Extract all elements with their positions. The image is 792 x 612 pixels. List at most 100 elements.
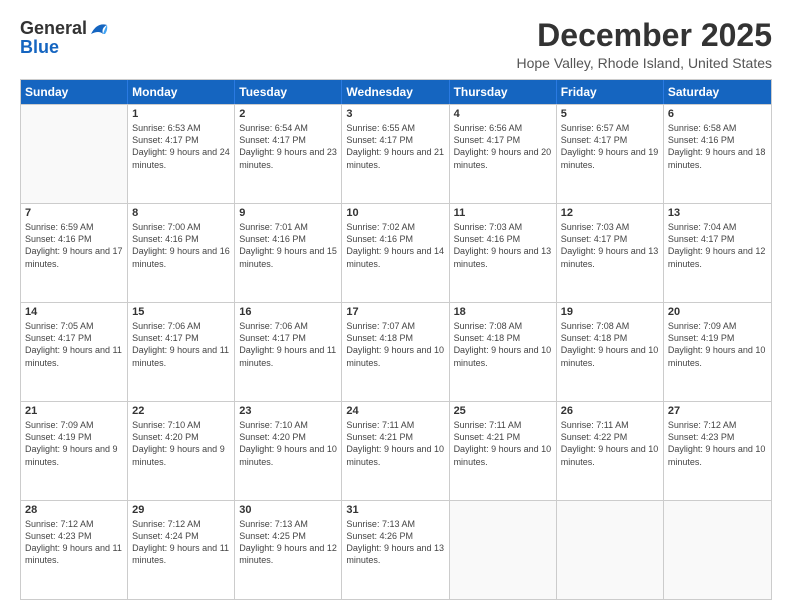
day-number: 9 [239,207,337,219]
day-number: 18 [454,306,552,318]
calendar-cell: 13 Sunrise: 7:04 AM Sunset: 4:17 PM Dayli… [664,204,771,302]
day-info: Sunrise: 7:01 AM Sunset: 4:16 PM Dayligh… [239,221,337,270]
day-number: 11 [454,207,552,219]
title-block: December 2025 Hope Valley, Rhode Island,… [516,18,772,71]
day-number: 3 [346,108,444,120]
logo: General Blue [20,18,109,58]
day-number: 4 [454,108,552,120]
day-number: 24 [346,405,444,417]
day-info: Sunrise: 6:59 AM Sunset: 4:16 PM Dayligh… [25,221,123,270]
page-header: General Blue December 2025 Hope Valley, … [20,18,772,71]
day-info: Sunrise: 6:54 AM Sunset: 4:17 PM Dayligh… [239,122,337,171]
day-info: Sunrise: 7:03 AM Sunset: 4:16 PM Dayligh… [454,221,552,270]
day-info: Sunrise: 7:02 AM Sunset: 4:16 PM Dayligh… [346,221,444,270]
calendar-header-monday: Monday [128,80,235,104]
day-info: Sunrise: 7:09 AM Sunset: 4:19 PM Dayligh… [668,320,767,369]
day-number: 30 [239,504,337,516]
calendar-cell: 24 Sunrise: 7:11 AM Sunset: 4:21 PM Dayli… [342,402,449,500]
day-number: 22 [132,405,230,417]
calendar-row-5: 28 Sunrise: 7:12 AM Sunset: 4:23 PM Dayli… [21,500,771,599]
day-info: Sunrise: 7:13 AM Sunset: 4:26 PM Dayligh… [346,518,444,567]
day-info: Sunrise: 7:11 AM Sunset: 4:22 PM Dayligh… [561,419,659,468]
calendar-row-2: 7 Sunrise: 6:59 AM Sunset: 4:16 PM Daylig… [21,203,771,302]
day-info: Sunrise: 6:57 AM Sunset: 4:17 PM Dayligh… [561,122,659,171]
day-number: 1 [132,108,230,120]
calendar-body: 1 Sunrise: 6:53 AM Sunset: 4:17 PM Daylig… [21,104,771,599]
calendar-cell: 26 Sunrise: 7:11 AM Sunset: 4:22 PM Dayli… [557,402,664,500]
day-number: 10 [346,207,444,219]
day-number: 25 [454,405,552,417]
day-info: Sunrise: 6:55 AM Sunset: 4:17 PM Dayligh… [346,122,444,171]
day-info: Sunrise: 7:00 AM Sunset: 4:16 PM Dayligh… [132,221,230,270]
page-subtitle: Hope Valley, Rhode Island, United States [516,55,772,71]
day-number: 16 [239,306,337,318]
day-number: 21 [25,405,123,417]
day-info: Sunrise: 7:07 AM Sunset: 4:18 PM Dayligh… [346,320,444,369]
day-number: 12 [561,207,659,219]
calendar-cell: 7 Sunrise: 6:59 AM Sunset: 4:16 PM Daylig… [21,204,128,302]
calendar-cell: 15 Sunrise: 7:06 AM Sunset: 4:17 PM Dayli… [128,303,235,401]
page-title: December 2025 [516,18,772,53]
day-number: 15 [132,306,230,318]
day-number: 6 [668,108,767,120]
calendar-cell: 6 Sunrise: 6:58 AM Sunset: 4:16 PM Daylig… [664,105,771,203]
day-info: Sunrise: 6:58 AM Sunset: 4:16 PM Dayligh… [668,122,767,171]
calendar-cell: 14 Sunrise: 7:05 AM Sunset: 4:17 PM Dayli… [21,303,128,401]
calendar-cell [450,501,557,599]
day-number: 7 [25,207,123,219]
logo-bird-icon [89,20,109,38]
day-number: 17 [346,306,444,318]
calendar-header-saturday: Saturday [664,80,771,104]
calendar-row-4: 21Sunrise: 7:09 AM Sunset: 4:19 PM Dayli… [21,401,771,500]
day-info: Sunrise: 7:10 AM Sunset: 4:20 PM Dayligh… [132,419,230,468]
calendar: SundayMondayTuesdayWednesdayThursdayFrid… [20,79,772,600]
calendar-cell: 9 Sunrise: 7:01 AM Sunset: 4:16 PM Daylig… [235,204,342,302]
day-number: 26 [561,405,659,417]
calendar-cell: 4 Sunrise: 6:56 AM Sunset: 4:17 PM Daylig… [450,105,557,203]
calendar-row-3: 14 Sunrise: 7:05 AM Sunset: 4:17 PM Dayli… [21,302,771,401]
day-info: Sunrise: 7:11 AM Sunset: 4:21 PM Dayligh… [346,419,444,468]
calendar-cell [664,501,771,599]
day-info: Sunrise: 7:13 AM Sunset: 4:25 PM Dayligh… [239,518,337,567]
calendar-cell: 29Sunrise: 7:12 AM Sunset: 4:24 PM Dayli… [128,501,235,599]
day-number: 13 [668,207,767,219]
day-info: Sunrise: 7:12 AM Sunset: 4:23 PM Dayligh… [25,518,123,567]
day-info: Sunrise: 7:12 AM Sunset: 4:24 PM Dayligh… [132,518,230,567]
day-number: 2 [239,108,337,120]
day-info: Sunrise: 7:06 AM Sunset: 4:17 PM Dayligh… [132,320,230,369]
calendar-cell: 16 Sunrise: 7:06 AM Sunset: 4:17 PM Dayli… [235,303,342,401]
calendar-cell: 19Sunrise: 7:08 AM Sunset: 4:18 PM Dayli… [557,303,664,401]
day-number: 31 [346,504,444,516]
calendar-cell [557,501,664,599]
logo-blue-text: Blue [20,37,59,58]
day-number: 20 [668,306,767,318]
day-info: Sunrise: 7:08 AM Sunset: 4:18 PM Dayligh… [561,320,659,369]
calendar-cell: 1 Sunrise: 6:53 AM Sunset: 4:17 PM Daylig… [128,105,235,203]
calendar-header-thursday: Thursday [450,80,557,104]
day-info: Sunrise: 7:03 AM Sunset: 4:17 PM Dayligh… [561,221,659,270]
day-info: Sunrise: 7:08 AM Sunset: 4:18 PM Dayligh… [454,320,552,369]
calendar-cell: 31 Sunrise: 7:13 AM Sunset: 4:26 PM Dayli… [342,501,449,599]
day-info: Sunrise: 6:53 AM Sunset: 4:17 PM Dayligh… [132,122,230,171]
day-info: Sunrise: 6:56 AM Sunset: 4:17 PM Dayligh… [454,122,552,171]
day-number: 5 [561,108,659,120]
calendar-cell: 18 Sunrise: 7:08 AM Sunset: 4:18 PM Dayli… [450,303,557,401]
day-number: 27 [668,405,767,417]
day-info: Sunrise: 7:04 AM Sunset: 4:17 PM Dayligh… [668,221,767,270]
calendar-cell: 17 Sunrise: 7:07 AM Sunset: 4:18 PM Dayli… [342,303,449,401]
calendar-cell: 11 Sunrise: 7:03 AM Sunset: 4:16 PM Dayli… [450,204,557,302]
calendar-header-tuesday: Tuesday [235,80,342,104]
day-number: 14 [25,306,123,318]
day-info: Sunrise: 7:05 AM Sunset: 4:17 PM Dayligh… [25,320,123,369]
day-info: Sunrise: 7:12 AM Sunset: 4:23 PM Dayligh… [668,419,767,468]
calendar-row-1: 1 Sunrise: 6:53 AM Sunset: 4:17 PM Daylig… [21,104,771,203]
day-number: 28 [25,504,123,516]
day-info: Sunrise: 7:06 AM Sunset: 4:17 PM Dayligh… [239,320,337,369]
calendar-header-sunday: Sunday [21,80,128,104]
calendar-header-friday: Friday [557,80,664,104]
day-number: 8 [132,207,230,219]
day-info: Sunrise: 7:11 AM Sunset: 4:21 PM Dayligh… [454,419,552,468]
calendar-cell [21,105,128,203]
logo-general-text: General [20,18,87,39]
calendar-cell: 23Sunrise: 7:10 AM Sunset: 4:20 PM Dayli… [235,402,342,500]
